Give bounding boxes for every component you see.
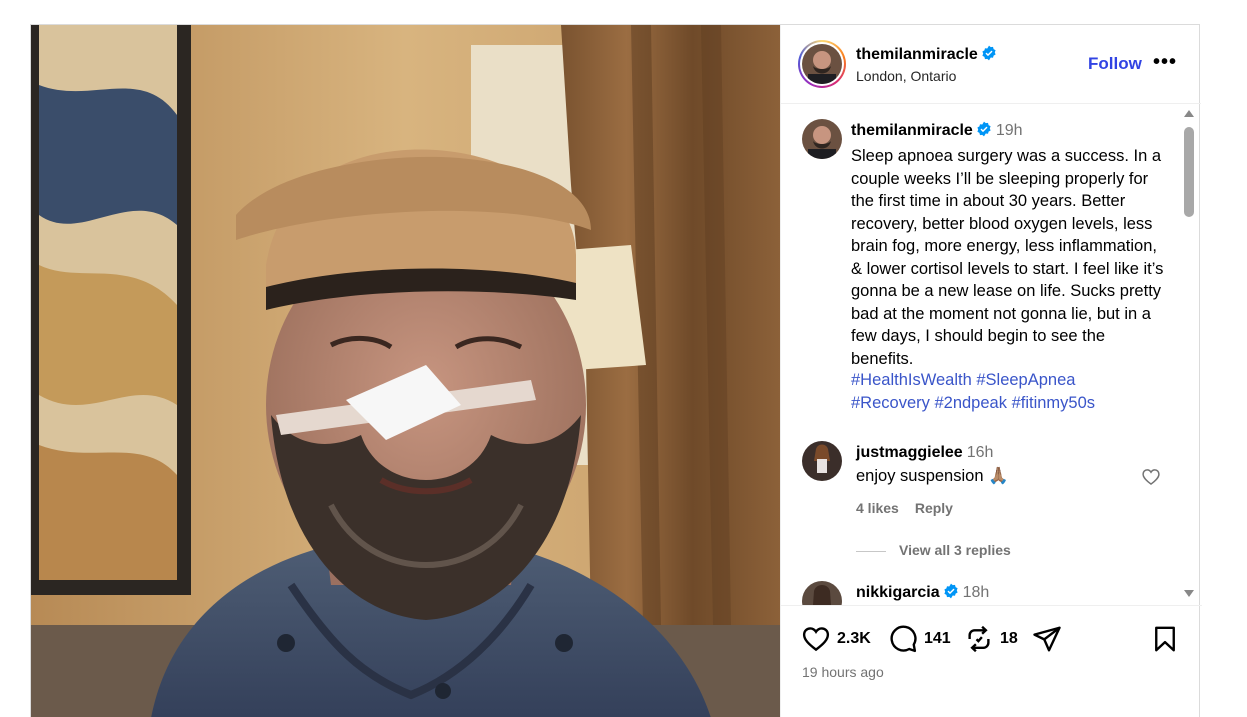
- story-ring[interactable]: [798, 40, 846, 88]
- post-photo[interactable]: [31, 25, 780, 717]
- comment-meta: 4 likes Reply: [856, 500, 969, 516]
- comment-username: justmaggielee 16h: [856, 444, 993, 462]
- repost-count[interactable]: 18: [1000, 630, 1018, 648]
- hashtag-link[interactable]: #SleepApnea: [976, 371, 1075, 389]
- save-button[interactable]: [1150, 624, 1186, 654]
- author-username[interactable]: themilanmiracle: [856, 45, 997, 64]
- comment-time: 18h: [962, 584, 990, 601]
- more-options-icon[interactable]: •••: [1153, 51, 1177, 74]
- selfie-image: [31, 25, 780, 717]
- comment-bubble-icon: [890, 625, 917, 653]
- share-button[interactable]: [1032, 624, 1068, 654]
- comments-section[interactable]: themilanmiracle 19h Sleep apnoea surgery …: [781, 105, 1202, 605]
- comment-count[interactable]: 141: [924, 630, 951, 648]
- caption-time: 19h: [995, 122, 1023, 139]
- verified-badge-icon: [944, 583, 958, 599]
- commenter-avatar[interactable]: [802, 441, 842, 481]
- follow-button[interactable]: Follow: [1088, 54, 1142, 74]
- scroll-down-arrow[interactable]: [1184, 590, 1194, 597]
- comment-button[interactable]: 141: [888, 624, 951, 654]
- bookmark-icon: [1155, 626, 1175, 652]
- reply-button[interactable]: Reply: [915, 500, 953, 516]
- comment-username-link[interactable]: justmaggielee: [856, 444, 963, 461]
- hashtag-link[interactable]: #HealthIsWealth: [851, 371, 972, 389]
- scroll-up-arrow[interactable]: [1184, 110, 1194, 117]
- commenter-avatar[interactable]: [802, 581, 842, 605]
- author-avatar: [802, 44, 842, 84]
- post-details-panel: themilanmiracle London, Ontario Follow •…: [780, 25, 1202, 717]
- comment-text: enjoy suspension 🙏🏽: [856, 467, 1009, 485]
- like-button[interactable]: 2.3K: [801, 624, 871, 654]
- caption-username: themilanmiracle 19h: [851, 121, 1023, 140]
- caption-avatar[interactable]: [802, 119, 842, 159]
- caption-hashtags: #HealthIsWealth #SleepApnea #Recovery #2…: [851, 369, 1171, 414]
- comment-username-link[interactable]: nikkigarcia: [856, 584, 940, 601]
- hashtag-link[interactable]: #Recovery: [851, 394, 930, 412]
- view-replies-button[interactable]: View all 3 replies: [856, 542, 1011, 558]
- repost-button[interactable]: 18: [964, 624, 1018, 654]
- post-header: themilanmiracle London, Ontario Follow •…: [781, 25, 1201, 104]
- caption-text: Sleep apnoea surgery was a success. In a…: [851, 147, 1164, 368]
- scrollbar-thumb[interactable]: [1184, 127, 1194, 217]
- actions-bar: 2.3K 141 18 19 hours ago: [781, 605, 1202, 717]
- verified-badge-icon: [982, 45, 996, 61]
- author-username-text[interactable]: themilanmiracle: [856, 46, 978, 63]
- caption-username-link[interactable]: themilanmiracle: [851, 122, 973, 139]
- post-location[interactable]: London, Ontario: [856, 68, 956, 84]
- verified-badge-icon: [977, 121, 991, 137]
- comment-time: 16h: [966, 444, 994, 461]
- comment-likes[interactable]: 4 likes: [856, 500, 899, 516]
- heart-icon: [802, 627, 830, 652]
- comment-like-heart-icon[interactable]: [1141, 467, 1161, 487]
- hashtag-link[interactable]: #2ndpeak: [934, 394, 1007, 412]
- like-count[interactable]: 2.3K: [837, 630, 871, 648]
- paper-plane-icon: [1033, 626, 1061, 652]
- hashtag-link[interactable]: #fitinmy50s: [1012, 394, 1095, 412]
- comment-username: nikkigarcia 18h: [856, 583, 989, 602]
- instagram-post: themilanmiracle London, Ontario Follow •…: [30, 24, 1202, 717]
- repost-icon: [968, 625, 990, 653]
- post-time-ago[interactable]: 19 hours ago: [802, 664, 884, 680]
